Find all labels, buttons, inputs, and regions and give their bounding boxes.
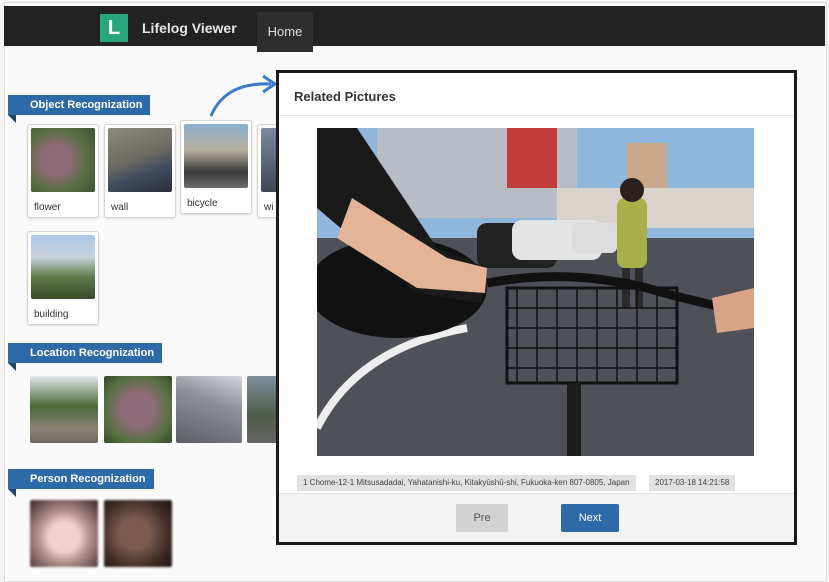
- object-card-wall[interactable]: wall: [104, 124, 176, 218]
- card-label: wi: [264, 202, 274, 213]
- object-card-flower[interactable]: flower: [27, 124, 99, 218]
- cyclist-photo-illustration: [317, 128, 754, 456]
- card-label: wall: [111, 202, 129, 213]
- modal-footer: Pre Next: [279, 493, 794, 542]
- app-title[interactable]: Lifelog Viewer: [142, 20, 237, 36]
- related-photo: [317, 128, 754, 456]
- card-label: bicycle: [187, 198, 218, 209]
- previous-button[interactable]: Pre: [456, 504, 508, 532]
- partial-thumbnail: [261, 128, 277, 192]
- flower-thumbnail: [31, 128, 95, 192]
- location-thumbnail-3[interactable]: [176, 376, 242, 443]
- card-label: flower: [34, 202, 61, 213]
- location-thumbnail-2[interactable]: [104, 376, 172, 443]
- person-thumbnail-2[interactable]: [104, 500, 172, 567]
- pointer-arrow-icon: [209, 74, 278, 117]
- photo-timestamp: 2017-03-18 14:21:58: [649, 475, 736, 491]
- building-thumbnail: [31, 235, 95, 299]
- nav-home-link[interactable]: Home: [257, 12, 313, 52]
- modal-title: Related Pictures: [294, 89, 396, 104]
- location-thumbnail-4[interactable]: [247, 376, 277, 443]
- photo-address: 1 Chome-12-1 Mitsusadadai, Yahatanishi-k…: [297, 475, 636, 491]
- bicycle-thumbnail: [184, 124, 248, 188]
- app-logo[interactable]: L: [100, 14, 128, 42]
- location-recognition-heading: Location Recognization: [8, 343, 163, 371]
- object-recognition-heading: Object Recognization: [8, 95, 151, 123]
- location-thumbnail-1[interactable]: [30, 376, 98, 443]
- card-label: building: [34, 309, 69, 320]
- object-card-bicycle[interactable]: bicycle: [180, 120, 252, 214]
- object-card-building[interactable]: building: [27, 231, 99, 325]
- person-recognition-heading: Person Recognization: [8, 469, 154, 497]
- person-thumbnail-1[interactable]: [30, 500, 98, 567]
- related-pictures-modal: Related Pictures 1 Chome-12-1 Mitsusadad…: [276, 70, 797, 545]
- next-button[interactable]: Next: [561, 504, 619, 532]
- navbar: L Lifelog Viewer Home: [4, 6, 825, 52]
- modal-divider: [279, 115, 794, 116]
- wall-thumbnail: [108, 128, 172, 192]
